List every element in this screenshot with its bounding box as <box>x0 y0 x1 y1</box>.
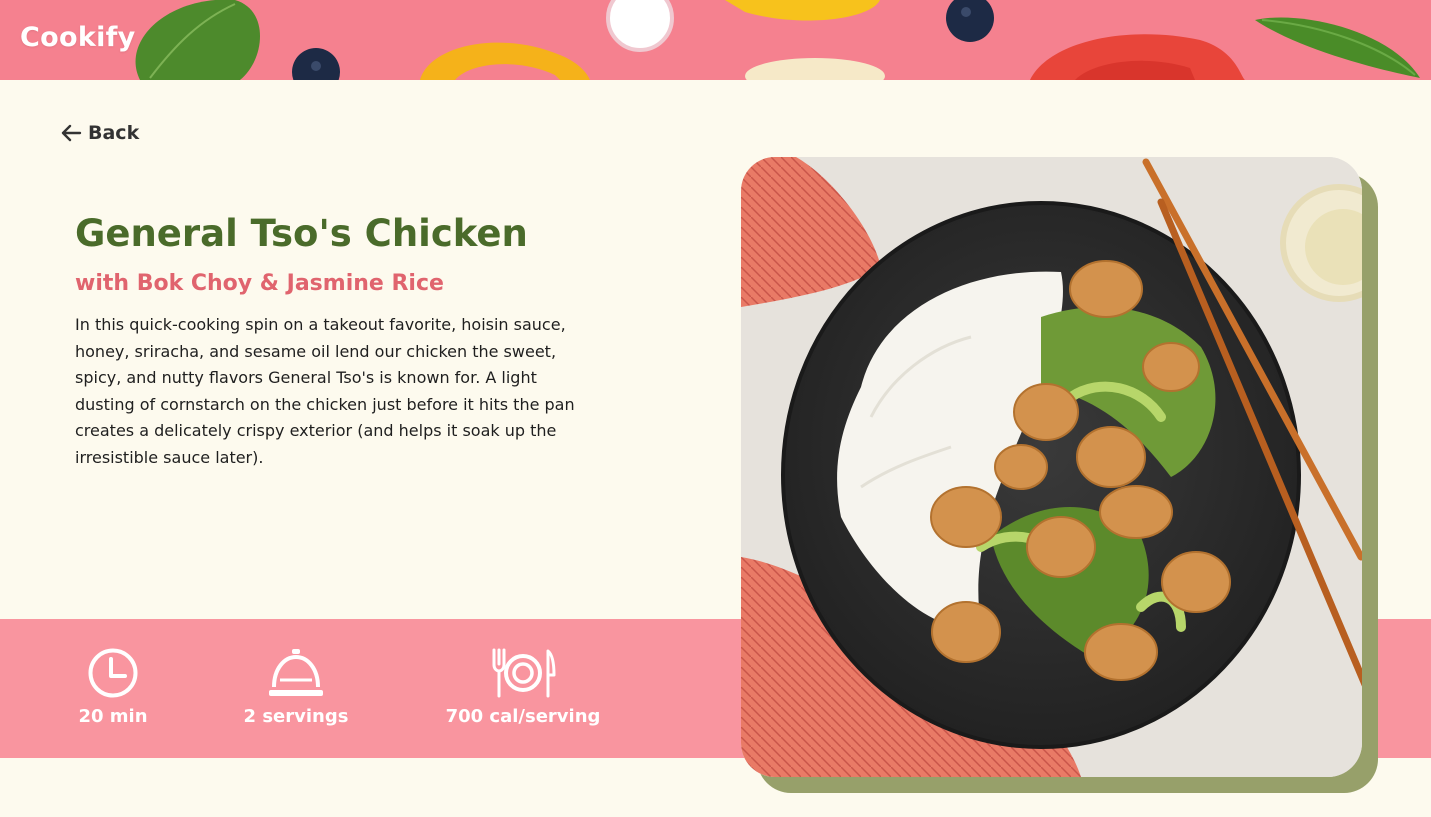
stat-cook-time: 20 min <box>78 647 148 727</box>
brand-logo[interactable]: Cookify <box>20 22 136 53</box>
calories-label: 700 cal/serving <box>445 706 601 727</box>
servings-label: 2 servings <box>243 706 349 727</box>
plate-cutlery-icon <box>492 648 556 698</box>
cook-time-label: 20 min <box>78 706 148 727</box>
site-header: Cookify <box>0 0 1431 80</box>
recipe-photo-illustration <box>741 157 1362 777</box>
recipe-description: In this quick-cooking spin on a takeout … <box>75 315 575 467</box>
vegetable-banner-image <box>135 0 1420 80</box>
recipe-title: General Tso's Chicken <box>75 212 528 255</box>
back-link[interactable]: Back <box>60 122 139 144</box>
recipe-photo <box>741 157 1362 777</box>
stat-calories: 700 cal/serving <box>440 647 606 727</box>
back-label: Back <box>88 122 140 144</box>
recipe-subtitle: with Bok Choy & Jasmine Rice <box>75 271 444 296</box>
stat-servings: 2 servings <box>240 647 352 727</box>
clock-icon <box>88 648 138 698</box>
cloche-icon <box>269 649 323 696</box>
arrow-left-icon <box>61 124 82 142</box>
